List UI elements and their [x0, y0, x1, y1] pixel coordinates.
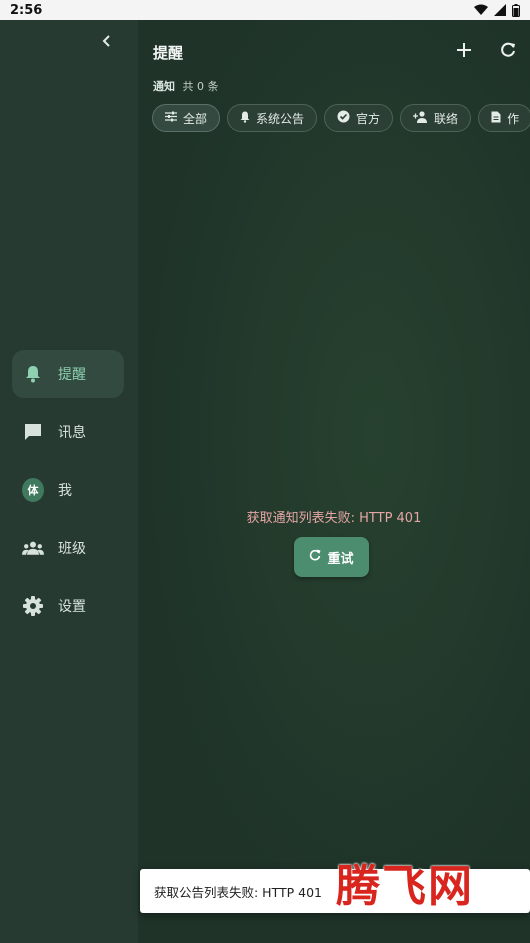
filter-chip-contact[interactable]: 联络	[400, 104, 472, 132]
bell-icon	[22, 363, 44, 385]
verified-icon	[337, 110, 356, 126]
retry-button[interactable]: 重试	[294, 537, 369, 577]
chip-label: 联络	[434, 111, 459, 126]
collapse-sidebar-button[interactable]	[96, 30, 118, 52]
group-icon	[22, 537, 44, 559]
person-add-icon	[413, 110, 434, 126]
plus-icon	[456, 42, 472, 62]
page-header: 提醒	[153, 40, 520, 64]
status-time: 2:56	[10, 2, 43, 18]
notification-count: 共 0 条	[182, 80, 219, 93]
filter-chip-system[interactable]: 系统公告	[227, 104, 318, 132]
header-actions	[454, 42, 518, 62]
add-button[interactable]	[454, 42, 474, 62]
tune-icon	[165, 111, 183, 125]
system-icons	[474, 3, 520, 17]
status-bar: 2:56	[0, 0, 530, 20]
sidebar-item-label: 讯息	[58, 425, 86, 441]
main-panel: 提醒 通知 共 0 条 全部 系统公告 官方 联络 作 获取通知列表失败: HT…	[138, 20, 530, 943]
sidebar-nav: 提醒 讯息 体 我 班级 设置	[12, 350, 124, 640]
filter-chip-official[interactable]: 官方	[324, 104, 394, 132]
sidebar-item-messages[interactable]: 讯息	[12, 408, 124, 456]
refresh-button[interactable]	[498, 42, 518, 62]
sidebar-item-label: 设置	[58, 599, 86, 615]
sidebar-item-settings[interactable]: 设置	[12, 582, 124, 630]
watermark: 腾飞网	[336, 861, 474, 912]
sidebar-item-label: 班级	[58, 541, 86, 557]
page-title: 提醒	[153, 43, 184, 62]
document-icon	[491, 111, 507, 126]
battery-icon	[512, 3, 520, 17]
bell-icon	[240, 111, 256, 126]
refresh-icon	[500, 42, 516, 62]
chip-label: 作	[507, 111, 520, 126]
refresh-icon	[309, 549, 327, 565]
sidebar-item-me[interactable]: 体 我	[12, 466, 124, 514]
chat-icon	[22, 421, 44, 443]
retry-label: 重试	[327, 551, 354, 567]
notification-summary: 通知 共 0 条	[153, 78, 219, 94]
filter-chip-all[interactable]: 全部	[152, 104, 221, 132]
sidebar-item-label: 我	[58, 483, 72, 499]
chip-label: 全部	[183, 111, 208, 126]
signal-icon	[494, 4, 506, 16]
sidebar-item-class[interactable]: 班级	[12, 524, 124, 572]
chevron-left-icon	[102, 32, 112, 51]
sidebar-item-reminders[interactable]: 提醒	[12, 350, 124, 398]
avatar: 体	[22, 478, 44, 502]
wifi-icon	[474, 4, 488, 16]
sidebar: 提醒 讯息 体 我 班级 设置	[0, 20, 138, 943]
notification-label: 通知	[153, 80, 175, 93]
filter-chips: 全部 系统公告 官方 联络 作	[152, 104, 530, 132]
filter-chip-document[interactable]: 作	[478, 104, 530, 132]
chip-label: 官方	[356, 111, 381, 126]
error-message: 获取通知列表失败: HTTP 401	[246, 511, 422, 526]
chip-label: 系统公告	[256, 111, 305, 126]
sidebar-item-label: 提醒	[58, 367, 86, 383]
toast-text: 获取公告列表失败: HTTP 401	[154, 884, 323, 900]
gear-icon	[22, 595, 44, 617]
